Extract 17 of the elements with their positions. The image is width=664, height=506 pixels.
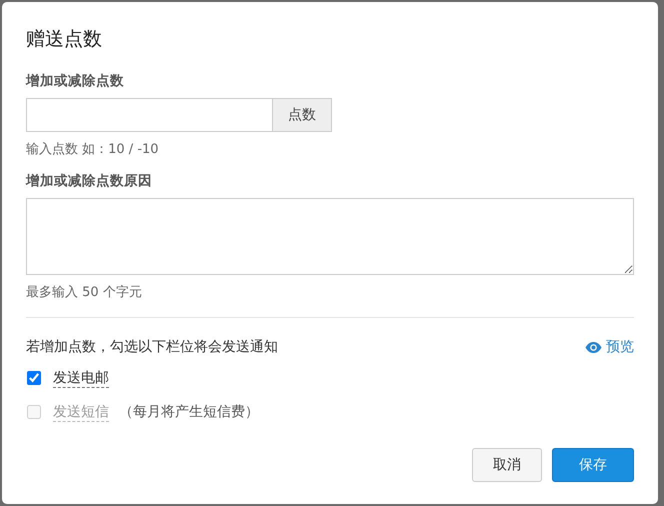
option-label: 发送短信: [53, 402, 109, 422]
preview-link[interactable]: 预览: [585, 338, 634, 356]
eye-icon: [585, 342, 602, 352]
option-note: （每月将产生短信费）: [119, 403, 259, 421]
dialog-title: 赠送点数: [26, 27, 103, 52]
field-label: 增加或减除点数: [26, 72, 125, 90]
checkbox[interactable]: [27, 371, 41, 385]
field-label: 增加或减除点数原因: [26, 172, 153, 190]
reason-field[interactable]: [26, 198, 634, 275]
help-text: 最多输入 50 个字元: [26, 284, 143, 301]
points-field[interactable]: [26, 98, 272, 132]
notify-text: 若增加点数，勾选以下栏位将会发送通知: [26, 338, 278, 356]
input-addon: 点数: [272, 98, 332, 132]
option-label: 发送电邮: [53, 368, 109, 388]
help-text: 输入点数 如：10 / -10: [26, 141, 160, 158]
cancel-button[interactable]: 取消: [472, 448, 542, 482]
save-button[interactable]: 保存: [552, 448, 634, 482]
